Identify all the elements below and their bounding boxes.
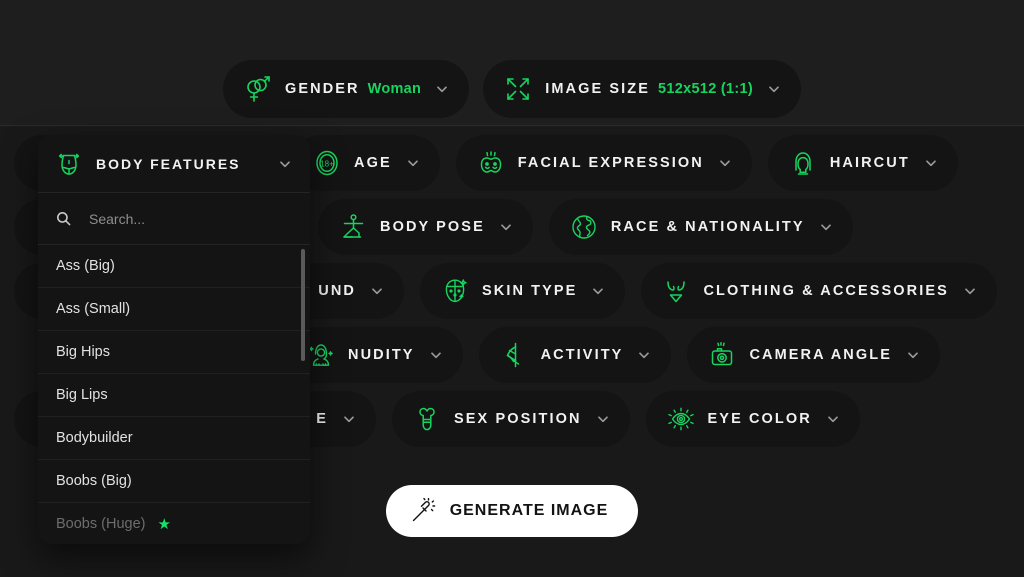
chevron-down-icon[interactable]	[826, 412, 840, 426]
chip-haircut[interactable]: HAIRCUT	[767, 135, 958, 191]
camera-angle-icon	[707, 340, 737, 370]
list-item-label: Big Hips	[56, 344, 110, 360]
chevron-down-icon[interactable]	[718, 156, 732, 170]
dropdown-scrollbar[interactable]	[301, 249, 305, 544]
dropdown-search-row[interactable]	[38, 193, 310, 245]
chip-facial-expression-label: FACIAL EXPRESSION	[517, 155, 704, 171]
globe-icon	[569, 212, 599, 242]
list-item[interactable]: Ass (Big)	[38, 245, 310, 288]
chip-eye-color-label: EYE COLOR	[707, 411, 812, 427]
dropdown-header[interactable]: BODY FEATURES	[38, 135, 310, 193]
chip-body-pose[interactable]: BODY POSE	[318, 199, 533, 255]
chip-age-label: AGE	[354, 155, 392, 171]
chip-body-pose-label: BODY POSE	[380, 219, 485, 235]
chip-clothing-accessories[interactable]: CLOTHING & ACCESSORIES	[641, 263, 997, 319]
clothing-icon	[661, 276, 691, 306]
chip-skin-type[interactable]: SKIN TYPE	[420, 263, 626, 319]
chip-eye-color[interactable]: EYE COLOR	[645, 391, 860, 447]
search-icon	[56, 211, 71, 226]
chevron-down-icon[interactable]	[370, 284, 384, 298]
haircut-icon	[788, 148, 818, 178]
chip-sex-position[interactable]: SEX POSITION	[392, 391, 630, 447]
chevron-down-icon[interactable]	[906, 348, 920, 362]
chevron-down-icon[interactable]	[819, 220, 833, 234]
chip-image-size-label: IMAGE SIZE	[545, 81, 651, 97]
body-features-icon	[54, 149, 84, 179]
chevron-down-icon[interactable]	[596, 412, 610, 426]
chip-hidden-row5-label: E	[316, 411, 328, 427]
dropdown-scrollbar-thumb[interactable]	[301, 249, 305, 361]
list-item-label: Boobs (Big)	[56, 473, 132, 489]
svg-text:18+: 18+	[320, 159, 334, 168]
chip-nudity-label: NUDITY	[348, 347, 415, 363]
chip-skin-type-label: SKIN TYPE	[482, 283, 578, 299]
chevron-down-icon[interactable]	[963, 284, 977, 298]
chip-image-size-value: 512x512 (1:1)	[658, 81, 754, 97]
nudity-icon	[306, 340, 336, 370]
activity-icon	[499, 340, 529, 370]
body-features-dropdown-panel: BODY FEATURES Ass (Big) Ass (Small) Big …	[38, 135, 310, 544]
list-item[interactable]: Boobs (Huge) ★	[38, 503, 310, 544]
list-item[interactable]: Big Lips	[38, 374, 310, 417]
chevron-down-icon[interactable]	[342, 412, 356, 426]
chevron-down-icon[interactable]	[406, 156, 420, 170]
chip-background-label: UND	[318, 283, 356, 299]
chip-activity-label: ACTIVITY	[540, 347, 624, 363]
list-item[interactable]: Bodybuilder	[38, 417, 310, 460]
chip-sex-position-label: SEX POSITION	[454, 411, 582, 427]
chip-image-size[interactable]: IMAGE SIZE 512x512 (1:1)	[483, 60, 802, 118]
body-pose-icon	[338, 212, 368, 242]
list-item-label: Ass (Small)	[56, 301, 131, 317]
age-18-plus-icon: 18+	[312, 148, 342, 178]
eye-color-icon	[666, 404, 696, 434]
list-item-label: Bodybuilder	[56, 430, 133, 446]
chevron-down-icon[interactable]	[499, 220, 513, 234]
list-item[interactable]: Ass (Small)	[38, 288, 310, 331]
chip-race-nationality-label: RACE & NATIONALITY	[610, 219, 805, 235]
dropdown-item-list[interactable]: Ass (Big) Ass (Small) Big Hips Big Lips …	[38, 245, 310, 544]
chip-camera-angle-label: CAMERA ANGLE	[749, 347, 892, 363]
premium-star-icon: ★	[157, 515, 171, 533]
chevron-down-icon[interactable]	[429, 348, 443, 362]
chevron-down-icon[interactable]	[278, 157, 292, 171]
generate-image-button[interactable]: GENERATE IMAGE	[385, 485, 639, 537]
chip-haircut-label: HAIRCUT	[829, 155, 910, 171]
skin-type-icon	[440, 276, 470, 306]
top-bar: GENDER Woman IMAGE SIZE 512x512 (1:1)	[0, 0, 1024, 126]
dropdown-title: BODY FEATURES	[96, 155, 241, 172]
resize-arrows-icon	[503, 74, 533, 104]
chip-facial-expression[interactable]: FACIAL EXPRESSION	[455, 135, 752, 191]
top-bar-chip-row: GENDER Woman IMAGE SIZE 512x512 (1:1)	[0, 60, 1024, 118]
chip-gender-label: GENDER	[284, 81, 360, 97]
list-item-label: Boobs (Huge)	[56, 516, 146, 532]
chip-gender-value: Woman	[367, 81, 422, 97]
sex-position-icon	[412, 404, 442, 434]
chip-clothing-accessories-label: CLOTHING & ACCESSORIES	[703, 283, 949, 299]
chip-nudity[interactable]: NUDITY	[286, 327, 463, 383]
facial-expression-icon	[476, 148, 506, 178]
list-item-label: Ass (Big)	[56, 258, 115, 274]
chevron-down-icon[interactable]	[591, 284, 605, 298]
chevron-down-icon[interactable]	[435, 82, 449, 96]
chevron-down-icon[interactable]	[637, 348, 651, 362]
chip-race-nationality[interactable]: RACE & NATIONALITY	[548, 199, 853, 255]
gender-symbols-icon	[243, 74, 273, 104]
list-item[interactable]: Big Hips	[38, 331, 310, 374]
list-item[interactable]: Boobs (Big)	[38, 460, 310, 503]
search-input[interactable]	[89, 210, 292, 227]
chip-activity[interactable]: ACTIVITY	[478, 327, 672, 383]
chevron-down-icon[interactable]	[924, 156, 938, 170]
chip-age[interactable]: 18+ AGE	[292, 135, 440, 191]
generate-image-label: GENERATE IMAGE	[449, 502, 609, 519]
magic-wand-icon	[410, 498, 436, 524]
chevron-down-icon[interactable]	[767, 82, 781, 96]
list-item-label: Big Lips	[56, 387, 108, 403]
chip-gender[interactable]: GENDER Woman	[222, 60, 470, 118]
chip-camera-angle[interactable]: CAMERA ANGLE	[687, 327, 940, 383]
